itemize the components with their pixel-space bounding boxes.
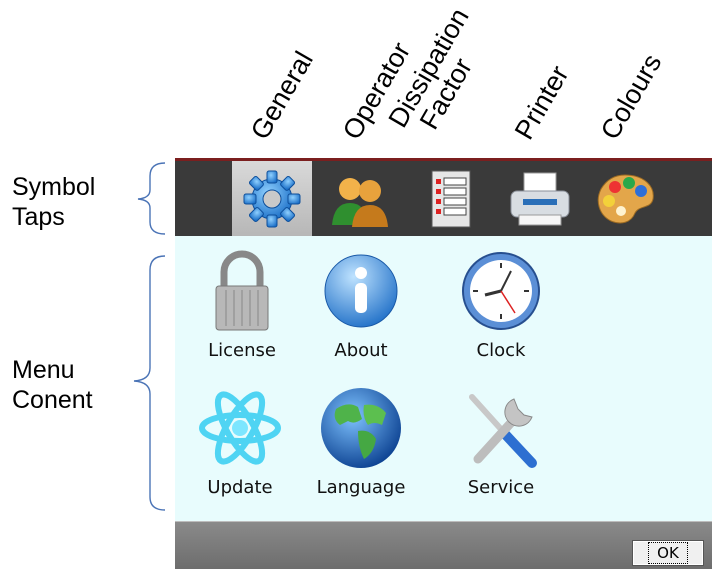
menu-item-update[interactable]: Update [185, 381, 295, 498]
menu-content: License About Clock Update Language Serv… [175, 236, 712, 521]
info-icon [324, 254, 398, 328]
footer-bar: OK [175, 521, 712, 569]
tab-colours[interactable] [585, 161, 665, 236]
menu-label-clock: Clock [476, 340, 526, 361]
tab-printer[interactable] [500, 161, 580, 236]
menu-label-service: Service [467, 477, 535, 498]
globe-icon [321, 388, 401, 468]
ok-button-label: OK [648, 542, 688, 564]
symbol-tab-bar [175, 158, 712, 236]
symbol-taps-brace [137, 162, 166, 235]
printer-icon [510, 172, 570, 225]
tab-dissipation-factor[interactable] [410, 161, 490, 236]
tools-icon [469, 394, 537, 468]
tab-general[interactable] [232, 161, 312, 236]
ok-button[interactable]: OK [632, 540, 704, 566]
menu-item-about[interactable]: About [306, 244, 416, 361]
clock-icon [462, 252, 540, 330]
menu-item-license[interactable]: License [187, 244, 297, 361]
users-icon [332, 177, 388, 227]
list-document-icon [431, 170, 471, 227]
menu-item-language[interactable]: Language [306, 381, 416, 498]
tab-operator[interactable] [320, 161, 400, 236]
menu-label-license: License [208, 340, 276, 361]
menu-label-language: Language [316, 477, 406, 498]
menu-label-about: About [334, 340, 388, 361]
menu-item-clock[interactable]: Clock [446, 244, 556, 361]
menu-item-service[interactable]: Service [446, 381, 556, 498]
palette-icon [597, 173, 654, 223]
padlock-icon [215, 250, 269, 331]
atom-icon [199, 391, 281, 465]
gear-icon [243, 170, 301, 227]
menu-label-update: Update [207, 477, 273, 498]
menu-content-brace [133, 255, 166, 511]
